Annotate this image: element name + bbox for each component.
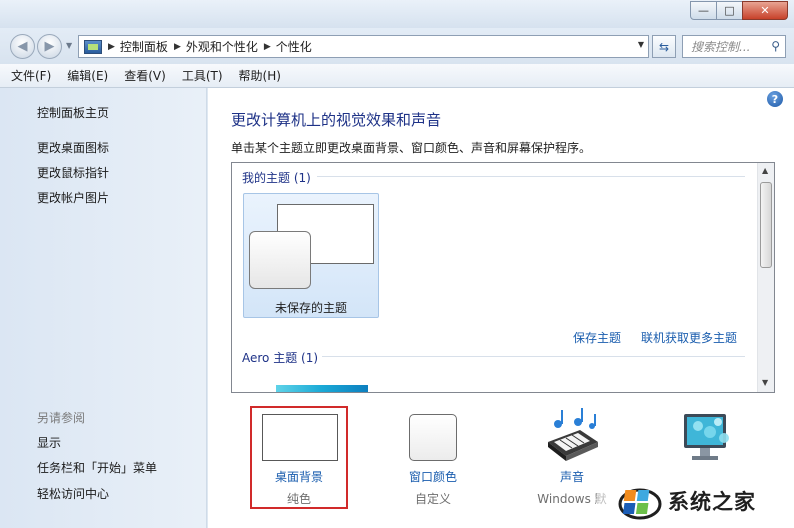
back-arrow-icon: ◀: [17, 39, 28, 54]
chevron-right-icon[interactable]: ▶: [108, 42, 115, 52]
sidebar-link-ease-of-access[interactable]: 轻松访问中心: [37, 485, 109, 502]
get-more-themes-link[interactable]: 联机获取更多主题: [641, 329, 737, 346]
menu-view[interactable]: 查看(V): [124, 67, 166, 84]
recent-pages-dropdown-icon[interactable]: ▼: [66, 41, 72, 50]
address-bar[interactable]: ▶ 控制面板 ▶ 外观和个性化 ▶ 个性化 ▼: [78, 35, 649, 58]
menu-bar: 文件(F) 编辑(E) 查看(V) 工具(T) 帮助(H): [0, 64, 794, 88]
desktop-background-preview[interactable]: [262, 414, 338, 461]
minimize-button[interactable]: —: [690, 1, 717, 20]
task-sidebar: 控制面板主页 更改桌面图标 更改鼠标指针 更改帐户图片 另请参阅 显示 任务栏和…: [0, 88, 207, 528]
window-color-value: 自定义: [414, 492, 451, 506]
menu-tools[interactable]: 工具(T): [182, 67, 223, 84]
my-themes-group-title: 我的主题 (1): [242, 171, 311, 185]
window-color-preview[interactable]: [409, 414, 457, 461]
breadcrumb-control-panel[interactable]: 控制面板: [120, 38, 168, 55]
page-description: 单击某个主题立即更改桌面背景、窗口颜色、声音和屏幕保护程序。: [231, 141, 592, 155]
chevron-right-icon[interactable]: ▶: [264, 42, 271, 52]
breadcrumb-appearance[interactable]: 外观和个性化: [186, 38, 258, 55]
screensaver-item[interactable]: [647, 468, 767, 473]
chevron-right-icon[interactable]: ▶: [174, 42, 181, 52]
title-bar: — □ ✕: [0, 0, 794, 28]
aero-theme-thumbnail[interactable]: [276, 385, 368, 392]
address-dropdown-icon[interactable]: ▼: [638, 40, 644, 49]
group-divider: [322, 356, 745, 357]
main-content: ? 更改计算机上的视觉效果和声音 单击某个主题立即更改桌面背景、窗口颜色、声音和…: [208, 88, 794, 528]
desktop-background-value: 纯色: [286, 492, 311, 506]
maximize-button[interactable]: □: [716, 1, 743, 20]
window-color-label[interactable]: 窗口颜色: [373, 468, 493, 485]
window-color-item[interactable]: 窗口颜色 自定义: [373, 468, 493, 507]
desktop-background-label[interactable]: 桌面背景: [239, 468, 359, 485]
scroll-up-arrow-icon[interactable]: ▲: [762, 166, 768, 175]
search-input[interactable]: 搜索控制...: [691, 38, 750, 55]
page-title: 更改计算机上的视觉效果和声音: [231, 111, 442, 129]
aero-themes-group-title: Aero 主题 (1): [242, 351, 319, 365]
breadcrumb-personalization[interactable]: 个性化: [276, 38, 312, 55]
navigation-bar: ◀ ▶ ▼ ▶ 控制面板 ▶ 外观和个性化 ▶ 个性化 ▼ ⇆ 搜索控制... …: [0, 28, 794, 64]
theme-list-scrollbar[interactable]: ▲ ▼: [757, 163, 774, 392]
scroll-down-arrow-icon[interactable]: ▼: [762, 378, 768, 387]
sounds-icon[interactable]: [544, 408, 600, 463]
menu-file[interactable]: 文件(F): [11, 67, 51, 84]
screensaver-icon[interactable]: [678, 408, 736, 466]
desktop-background-item[interactable]: 桌面背景 纯色: [239, 468, 359, 507]
scrollbar-thumb[interactable]: [760, 182, 772, 268]
group-divider: [317, 176, 745, 177]
sidebar-link-display[interactable]: 显示: [37, 434, 61, 451]
back-button[interactable]: ◀: [10, 34, 35, 59]
sidebar-link-control-panel-home[interactable]: 控制面板主页: [37, 104, 109, 121]
close-button[interactable]: ✕: [742, 1, 788, 20]
forward-arrow-icon: ▶: [44, 39, 55, 54]
sidebar-link-desktop-icons[interactable]: 更改桌面图标: [37, 139, 109, 156]
menu-edit[interactable]: 编辑(E): [67, 67, 108, 84]
refresh-icon: ⇆: [658, 39, 670, 54]
save-theme-link[interactable]: 保存主题: [573, 329, 621, 346]
watermark-text: 系统之家: [668, 490, 756, 514]
help-icon[interactable]: ?: [767, 91, 783, 107]
forward-button[interactable]: ▶: [37, 34, 62, 59]
theme-list[interactable]: 我的主题 (1) 未保存的主题 保存主题 联机获取更多主题 Aero 主题 (1…: [231, 162, 775, 393]
control-panel-icon: [84, 39, 102, 54]
site-logo-icon: [618, 488, 662, 520]
sidebar-link-taskbar-start-menu[interactable]: 任务栏和「开始」菜单: [37, 459, 157, 476]
sidebar-link-account-picture[interactable]: 更改帐户图片: [37, 189, 109, 206]
search-box[interactable]: 搜索控制... ⚲: [682, 35, 786, 58]
theme-tile-unsaved[interactable]: 未保存的主题: [243, 193, 379, 318]
search-icon[interactable]: ⚲: [771, 39, 780, 53]
caption-buttons: — □ ✕: [690, 1, 788, 20]
sidebar-link-mouse-pointers[interactable]: 更改鼠标指针: [37, 164, 109, 181]
theme-tile-label: 未保存的主题: [274, 301, 347, 315]
refresh-button[interactable]: ⇆: [652, 35, 676, 58]
theme-preview-color-swatch: [249, 231, 311, 289]
see-also-heading: 另请参阅: [37, 411, 86, 425]
menu-help[interactable]: 帮助(H): [239, 67, 281, 84]
